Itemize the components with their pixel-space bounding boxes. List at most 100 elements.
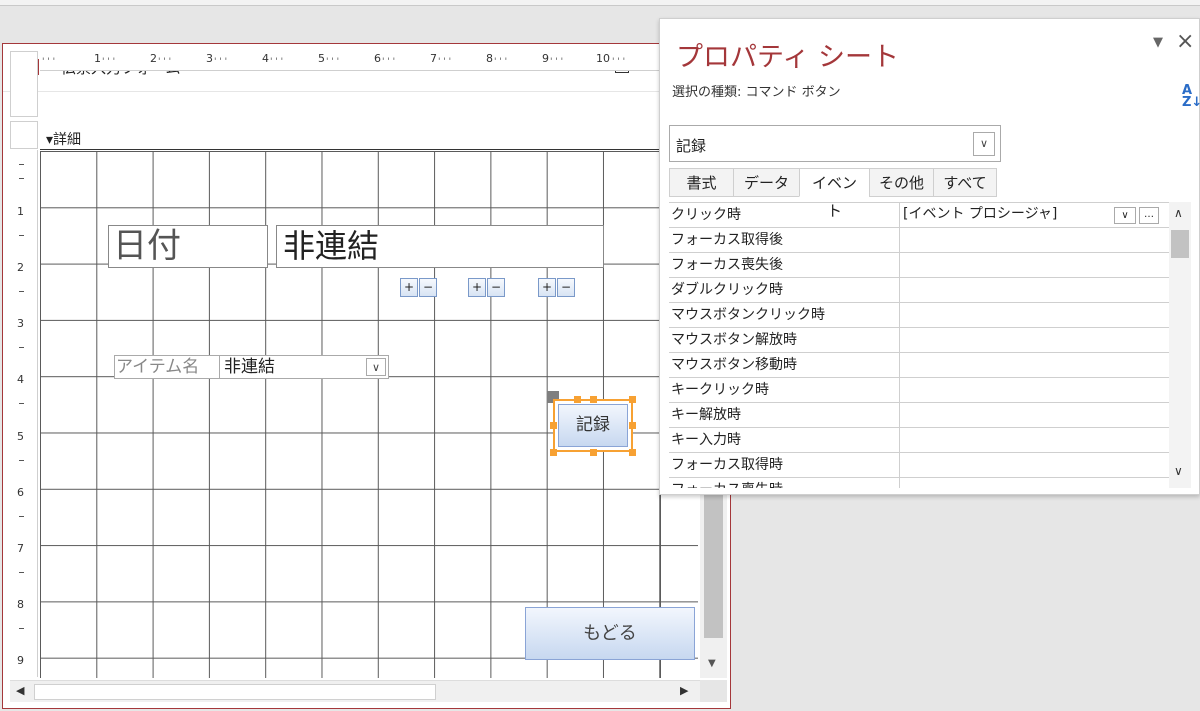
ruler-number: 7 xyxy=(430,52,437,65)
property-grid-scrollbar[interactable]: ∧ ∨ xyxy=(1169,202,1191,488)
property-row[interactable]: マウスボタンクリック時 xyxy=(669,303,1169,328)
property-name: フォーカス取得後 xyxy=(669,228,900,252)
minus-button[interactable]: − xyxy=(487,278,505,297)
scroll-thumb[interactable] xyxy=(1171,230,1189,258)
scroll-right-icon[interactable]: ▶ xyxy=(680,684,688,697)
plus-button[interactable]: + xyxy=(400,278,418,297)
property-row[interactable]: キークリック時 xyxy=(669,378,1169,403)
ruler-number: 3 xyxy=(206,52,213,65)
property-row[interactable]: マウスボタン移動時 xyxy=(669,353,1169,378)
resize-handle[interactable] xyxy=(550,422,557,429)
back-button[interactable]: もどる xyxy=(525,607,695,660)
tab-other[interactable]: その他 xyxy=(869,168,933,197)
property-value[interactable] xyxy=(901,453,1167,477)
control-selector-value: 記録 xyxy=(676,137,707,155)
ruler-tick xyxy=(19,164,24,165)
property-row[interactable]: フォーカス取得時 xyxy=(669,453,1169,478)
ruler-number: 4 xyxy=(17,373,24,386)
tab-data[interactable]: データ xyxy=(733,168,799,197)
property-row[interactable]: クリック時 [イベント プロシージャ] ∨ … xyxy=(669,203,1169,228)
tab-all[interactable]: すべて xyxy=(933,168,997,197)
property-name: クリック時 xyxy=(669,203,900,227)
property-value[interactable] xyxy=(901,278,1167,302)
section-detail-bar[interactable]: ▾詳細 xyxy=(40,124,660,150)
property-row[interactable]: ダブルクリック時 xyxy=(669,278,1169,303)
item-name-label[interactable]: アイテム名 xyxy=(114,355,220,379)
property-row[interactable]: マウスボタン解放時 xyxy=(669,328,1169,353)
property-value[interactable] xyxy=(901,328,1167,352)
app-titlebar-edge xyxy=(0,0,1200,6)
property-tabs: 書式 データ イベント その他 すべて xyxy=(669,168,997,220)
property-value[interactable] xyxy=(901,353,1167,377)
ruler-number: 9 xyxy=(17,654,24,667)
date-label[interactable]: 日付 xyxy=(108,225,268,268)
property-value[interactable] xyxy=(901,378,1167,402)
property-row[interactable]: フォーカス喪失後 xyxy=(669,253,1169,278)
property-sheet-pane: プロパティ シート ▼ × 選択の種類: コマンド ボタン A Z↓ 記録 ∨ 書… xyxy=(659,18,1200,495)
property-value[interactable] xyxy=(901,228,1167,252)
ruler-number: 2 xyxy=(150,52,157,65)
resize-handle[interactable] xyxy=(574,396,581,403)
date-textbox[interactable]: 非連結 xyxy=(276,225,604,268)
ruler-number: 6 xyxy=(17,486,24,499)
resize-handle[interactable] xyxy=(550,449,557,456)
sort-az-icon[interactable]: A Z↓ xyxy=(1182,84,1200,109)
control-selector[interactable]: 記録 ∨ xyxy=(669,125,1001,162)
section-corner xyxy=(10,121,38,149)
close-icon[interactable]: × xyxy=(1176,29,1194,54)
ruler-number: 8 xyxy=(486,52,493,65)
property-value[interactable] xyxy=(901,403,1167,427)
property-row[interactable]: フォーカス喪失時 xyxy=(669,478,1169,488)
chevron-down-icon[interactable]: ∨ xyxy=(1174,464,1183,478)
resize-handle[interactable] xyxy=(629,422,636,429)
ruler-tick: ' ' ' xyxy=(42,57,56,67)
property-row[interactable]: キー入力時 xyxy=(669,428,1169,453)
pane-options-icon[interactable]: ▼ xyxy=(1153,35,1163,50)
property-name: キー解放時 xyxy=(669,403,900,427)
chevron-down-icon[interactable]: ∨ xyxy=(973,132,995,156)
chevron-up-icon[interactable]: ∧ xyxy=(1174,206,1183,220)
resize-handle[interactable] xyxy=(590,396,597,403)
tab-event[interactable]: イベント xyxy=(799,168,869,220)
ruler-tick xyxy=(19,178,24,179)
form-vertical-scrollbar[interactable]: ▼ xyxy=(700,478,727,678)
record-button[interactable]: 記録 xyxy=(553,399,633,452)
ruler-tick xyxy=(19,628,24,629)
chevron-down-icon[interactable]: ∨ xyxy=(366,358,386,376)
vertical-ruler: 1 2 3 4 5 6 7 8 9 xyxy=(10,150,38,677)
item-name-combobox-value: 非連結 xyxy=(224,357,275,377)
resize-handle[interactable] xyxy=(590,449,597,456)
ruler-tick xyxy=(19,403,24,404)
property-value[interactable] xyxy=(901,303,1167,327)
property-row[interactable]: キー解放時 xyxy=(669,403,1169,428)
scroll-thumb[interactable] xyxy=(704,488,723,638)
ruler-tick: ' ' ' xyxy=(438,57,452,67)
ruler-number: 3 xyxy=(17,317,24,330)
scroll-left-icon[interactable]: ◀ xyxy=(16,684,24,697)
property-name: フォーカス取得時 xyxy=(669,453,900,477)
tab-format[interactable]: 書式 xyxy=(669,168,733,197)
item-name-combobox[interactable]: 非連結 ∨ xyxy=(219,355,389,379)
minus-button[interactable]: − xyxy=(419,278,437,297)
property-row[interactable]: フォーカス取得後 xyxy=(669,228,1169,253)
property-value[interactable] xyxy=(901,428,1167,452)
ruler-number: 10 xyxy=(596,52,610,65)
form-horizontal-scrollbar[interactable]: ◀ ▶ xyxy=(10,680,700,702)
stepper-group: + − xyxy=(468,278,505,298)
resize-handle[interactable] xyxy=(629,449,636,456)
property-name: マウスボタン解放時 xyxy=(669,328,900,352)
scroll-thumb[interactable] xyxy=(34,684,436,700)
ruler-tick xyxy=(19,460,24,461)
resize-handle[interactable] xyxy=(629,396,636,403)
plus-button[interactable]: + xyxy=(538,278,556,297)
property-value[interactable] xyxy=(901,478,1167,488)
chevron-down-icon[interactable]: ∨ xyxy=(1114,207,1136,224)
plus-button[interactable]: + xyxy=(468,278,486,297)
stepper-group: + − xyxy=(538,278,575,298)
scroll-down-icon[interactable]: ▼ xyxy=(708,658,716,669)
ruler-tick: ' ' ' xyxy=(214,57,228,67)
property-value[interactable] xyxy=(901,253,1167,277)
ellipsis-icon[interactable]: … xyxy=(1139,207,1159,224)
stepper-group: + − xyxy=(400,278,437,298)
minus-button[interactable]: − xyxy=(557,278,575,297)
